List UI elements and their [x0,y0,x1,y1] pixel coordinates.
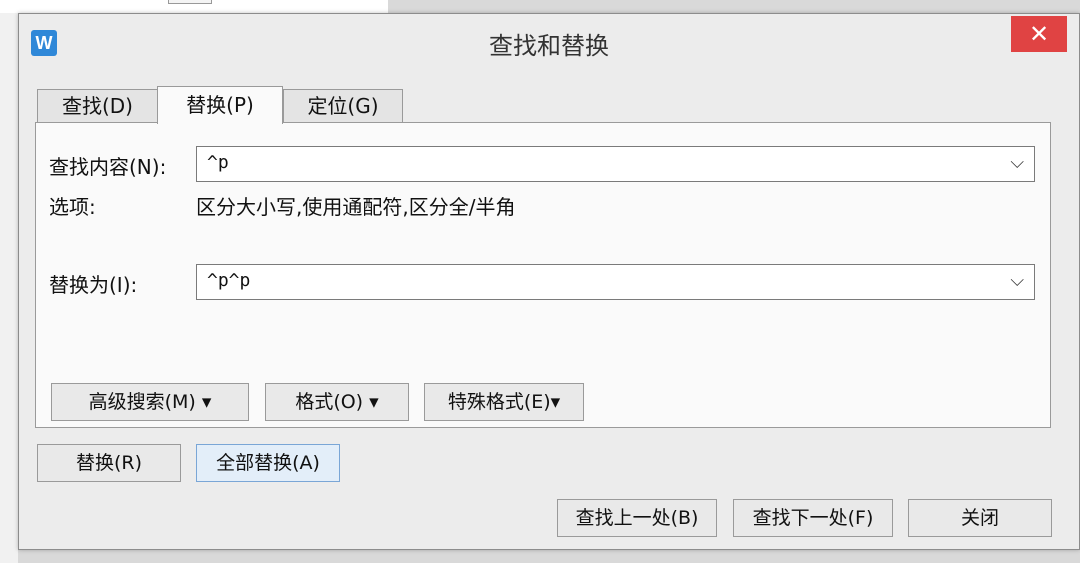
options-value: 区分大小写,使用通配符,区分全/半角 [196,195,516,219]
replace-with-label: 替换为(I): [49,273,138,297]
replace-with-input[interactable]: ^p^p [207,270,250,291]
background-document [0,0,388,14]
tab-find[interactable]: 查找(D) [37,89,158,123]
chevron-down-icon[interactable]: ⌵ [1010,152,1024,173]
close-icon: ✕ [1028,20,1050,48]
options-label: 选项: [49,195,96,219]
close-window-button[interactable]: ✕ [1011,16,1067,52]
replace-with-combobox[interactable]: ^p^p ⌵ [196,264,1035,300]
replace-button[interactable]: 替换(R) [37,444,181,482]
tab-goto[interactable]: 定位(G) [283,89,403,123]
find-what-combobox[interactable]: ^p ⌵ [196,146,1035,182]
find-previous-button[interactable]: 查找上一处(B) [557,499,717,537]
background-document-margin [0,13,18,563]
find-replace-dialog: W 查找和替换 ✕ 查找(D) 替换(P) 定位(G) 查找内容(N): ^p … [18,13,1080,550]
replace-panel: 查找内容(N): ^p ⌵ 选项: 区分大小写,使用通配符,区分全/半角 替换为… [35,122,1051,428]
title-bar: W 查找和替换 ✕ [19,14,1079,70]
find-what-label: 查找内容(N): [49,155,167,179]
advanced-search-button[interactable]: 高级搜索(M) ▾ [51,383,249,421]
find-what-input[interactable]: ^p [207,152,229,173]
find-next-button[interactable]: 查找下一处(F) [733,499,893,537]
special-format-dropdown-button[interactable]: 特殊格式(E)▾ [424,383,584,421]
tab-replace[interactable]: 替换(P) [157,86,283,124]
replace-all-button[interactable]: 全部替换(A) [196,444,340,482]
background-ruler-mark [168,0,212,4]
close-button[interactable]: 关闭 [908,499,1052,537]
chevron-down-icon[interactable]: ⌵ [1010,270,1024,291]
dialog-title: 查找和替换 [489,32,609,60]
format-dropdown-button[interactable]: 格式(O) ▾ [265,383,409,421]
